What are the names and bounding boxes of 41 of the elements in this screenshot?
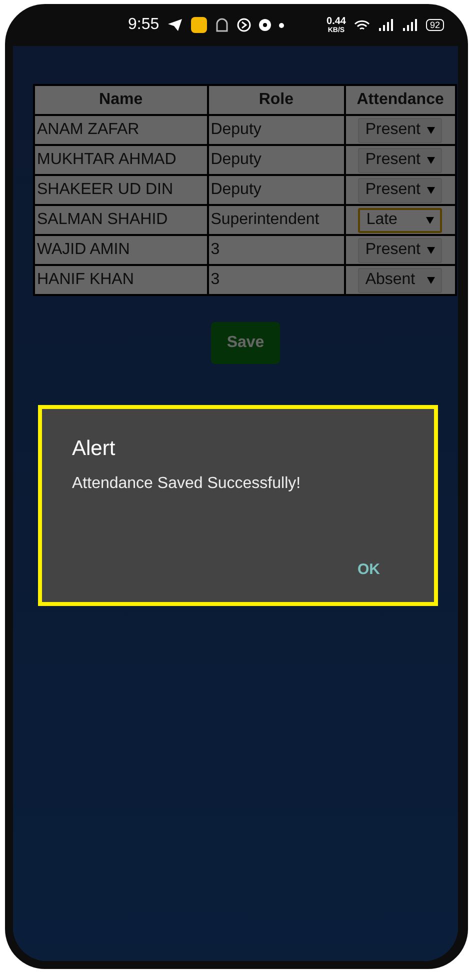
table-cell: 3 xyxy=(208,235,345,265)
record-icon xyxy=(259,19,272,31)
attendance-dropdown[interactable]: Late xyxy=(358,208,442,232)
table-cell: MUKHTAR AHMAD xyxy=(34,145,208,175)
attendance-dropdown[interactable]: Present xyxy=(358,238,442,262)
attendance-dropdown[interactable]: Absent xyxy=(358,268,442,292)
signal-icon xyxy=(378,19,394,31)
save-button[interactable]: Save xyxy=(210,322,280,364)
caret-icon xyxy=(427,186,436,194)
table-cell: HANIF KHAN xyxy=(34,265,208,295)
wifi-icon xyxy=(354,18,370,32)
table-cell: Superintendent xyxy=(208,205,345,235)
attendance-dropdown[interactable]: Present xyxy=(358,148,442,172)
caret-icon xyxy=(427,126,436,134)
attendance-dropdown[interactable]: Present xyxy=(358,178,442,202)
caret-icon xyxy=(427,246,436,254)
clock: 9:55 xyxy=(128,16,160,34)
column-header: Name xyxy=(34,85,208,115)
dot-icon xyxy=(279,22,284,28)
dialog-message: Attendance Saved Successfully! xyxy=(72,475,302,493)
table-cell: SHAKEER UD DIN xyxy=(34,175,208,205)
column-header: Role xyxy=(208,85,345,115)
battery-level: 92 xyxy=(426,19,444,31)
table-cell: Deputy xyxy=(208,145,345,175)
dialog-title: Alert xyxy=(72,437,116,461)
table-cell: WAJID AMIN xyxy=(34,235,208,265)
paper-plane-icon xyxy=(167,18,184,32)
signal-icon xyxy=(402,19,418,31)
app-icon xyxy=(191,17,208,33)
caret-icon xyxy=(427,156,436,164)
attendance-dropdown[interactable]: Present xyxy=(358,118,442,142)
caret-icon xyxy=(427,276,436,284)
column-header: Attendance xyxy=(344,85,456,115)
network-speed: 0.44 xyxy=(326,16,346,26)
table-cell: ANAM ZAFAR xyxy=(34,115,208,145)
table-cell: Deputy xyxy=(208,115,345,145)
ok-button[interactable]: OK xyxy=(350,557,388,582)
table-cell: SALMAN SHAHID xyxy=(34,205,208,235)
caret-icon xyxy=(426,216,434,224)
table-cell: Deputy xyxy=(208,175,345,205)
table-cell: 3 xyxy=(208,265,345,295)
